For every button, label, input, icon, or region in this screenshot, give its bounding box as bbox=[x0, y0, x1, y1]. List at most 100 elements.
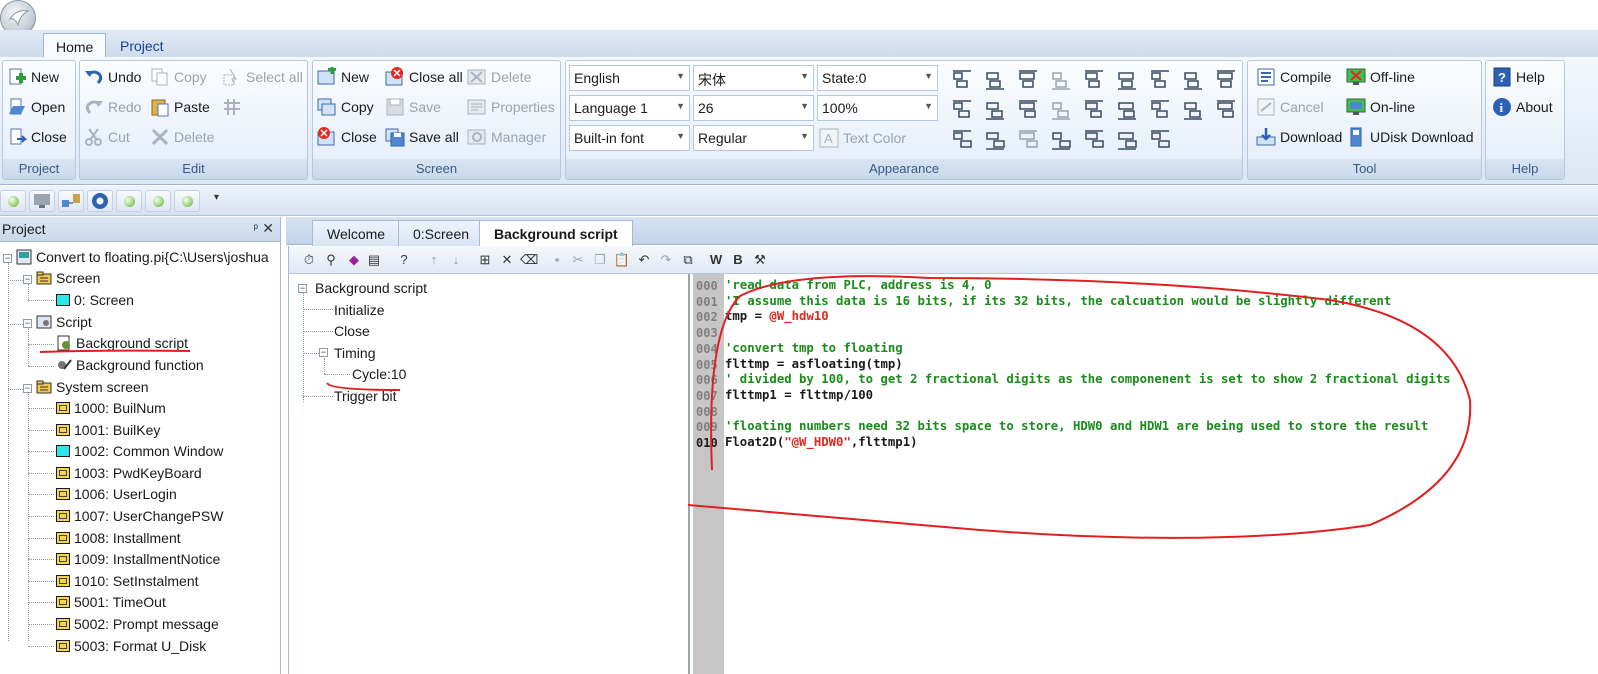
zoom-select[interactable]: 100% ▼ bbox=[817, 95, 938, 121]
close-icon[interactable]: ✕ bbox=[262, 220, 274, 237]
remove-icon[interactable]: ✕ bbox=[498, 251, 516, 269]
timer-icon[interactable]: ⏱ bbox=[300, 251, 318, 269]
paste-button[interactable]: Paste bbox=[150, 95, 210, 119]
align-tool-icon[interactable] bbox=[1083, 69, 1105, 91]
script-tree-initialize[interactable]: Initialize bbox=[334, 300, 385, 320]
stack-icon[interactable]: ⧉ bbox=[679, 251, 697, 269]
pin-icon[interactable]: ᵖ bbox=[253, 221, 258, 235]
save-icon[interactable]: ▪ bbox=[548, 251, 566, 269]
tree-collapse-icon[interactable]: − bbox=[23, 384, 32, 393]
tab-home[interactable]: Home bbox=[43, 33, 107, 59]
undo-icon[interactable]: ↶ bbox=[635, 251, 653, 269]
monitor-button[interactable] bbox=[29, 190, 55, 212]
word-button[interactable]: W bbox=[707, 251, 725, 269]
code-line[interactable]: tmp = @W_hdw10 bbox=[725, 309, 829, 323]
tree-system-item[interactable]: 5003: Format U_Disk bbox=[56, 636, 206, 656]
font-size-select[interactable]: 26 ▼ bbox=[693, 95, 814, 121]
code-editor[interactable]: 'read data from PLC, address is 4, 0 'I a… bbox=[724, 274, 1598, 674]
project-new-button[interactable]: New bbox=[7, 65, 59, 89]
language-select[interactable]: English ▼ bbox=[569, 65, 690, 91]
variable-icon[interactable]: ◆ bbox=[345, 251, 363, 269]
cut-icon[interactable]: ✂ bbox=[569, 251, 587, 269]
tab-background-script[interactable]: Background script bbox=[479, 220, 633, 246]
bit-button[interactable]: B bbox=[729, 251, 747, 269]
tree-system-item[interactable]: 1006: UserLogin bbox=[56, 484, 177, 504]
align-tool-icon[interactable] bbox=[1149, 129, 1171, 151]
tree-system-item[interactable]: 1003: PwdKeyBoard bbox=[56, 463, 202, 483]
properties-button[interactable]: Properties bbox=[467, 95, 555, 119]
screen-close-button[interactable]: Close bbox=[317, 125, 377, 149]
align-tool-icon[interactable] bbox=[984, 99, 1006, 121]
align-tool-icon[interactable] bbox=[1149, 69, 1171, 91]
language-index-select[interactable]: Language 1 ▼ bbox=[569, 95, 690, 121]
align-tool-icon[interactable] bbox=[1050, 129, 1072, 151]
script-tree-timing[interactable]: Timing bbox=[334, 343, 376, 363]
online-button[interactable]: On-line bbox=[1346, 95, 1415, 119]
align-tool-icon[interactable] bbox=[1017, 129, 1039, 151]
align-tool-icon[interactable] bbox=[1116, 99, 1138, 121]
align-tool-icon[interactable] bbox=[1149, 99, 1171, 121]
customize-toolbar-icon[interactable]: ▾ bbox=[214, 192, 219, 203]
code-line[interactable]: flttmp1 = flttmp/100 bbox=[725, 388, 873, 402]
code-line[interactable]: Float2D("@W_HDW0",flttmp1) bbox=[725, 435, 918, 449]
status-light-button-3[interactable] bbox=[145, 190, 171, 212]
align-tool-icon[interactable] bbox=[1116, 69, 1138, 91]
tree-system-item[interactable]: 5001: TimeOut bbox=[56, 592, 166, 612]
network-button[interactable] bbox=[58, 190, 84, 212]
tree-system-item[interactable]: 1001: BuilKey bbox=[56, 420, 160, 440]
status-light-button[interactable] bbox=[0, 190, 26, 212]
offline-button[interactable]: Off-line bbox=[1346, 65, 1415, 89]
copy-icon[interactable]: ❐ bbox=[591, 251, 609, 269]
tree-system-item[interactable]: 5002: Prompt message bbox=[56, 614, 219, 634]
tab-project[interactable]: Project bbox=[108, 33, 176, 59]
tree-collapse-icon[interactable]: − bbox=[23, 319, 32, 328]
tree-project-root[interactable]: Convert to floating.pi{C:\Users\joshua bbox=[16, 247, 269, 267]
script-tree-close[interactable]: Close bbox=[334, 321, 370, 341]
project-open-button[interactable]: Open bbox=[7, 95, 65, 119]
align-tool-icon[interactable] bbox=[1083, 99, 1105, 121]
align-tool-icon[interactable] bbox=[1050, 99, 1072, 121]
code-line[interactable]: 'convert tmp to floating bbox=[725, 341, 903, 355]
code-line[interactable]: 'floating numbers need 32 bits space to … bbox=[725, 419, 1428, 433]
eraser-icon[interactable]: ⌫ bbox=[520, 251, 538, 269]
tree-icon[interactable]: ⚲ bbox=[322, 251, 340, 269]
help-icon[interactable]: ? bbox=[395, 251, 413, 269]
status-light-button-2[interactable] bbox=[116, 190, 142, 212]
tree-screen-0[interactable]: 0: Screen bbox=[56, 290, 134, 310]
tree-system-item[interactable]: 1007: UserChangePSW bbox=[56, 506, 223, 526]
undo-button[interactable]: Undo bbox=[84, 65, 141, 89]
download-button[interactable]: Download bbox=[1256, 125, 1342, 149]
project-close-button[interactable]: Close bbox=[7, 125, 67, 149]
tree-collapse-icon[interactable]: − bbox=[319, 348, 328, 357]
tree-collapse-icon[interactable]: − bbox=[3, 254, 12, 263]
script-tree-root[interactable]: Background script bbox=[315, 278, 427, 298]
align-tool-icon[interactable] bbox=[1083, 129, 1105, 151]
align-tool-icon[interactable] bbox=[951, 69, 973, 91]
arrow-up-icon[interactable]: ↑ bbox=[425, 251, 443, 269]
state-select[interactable]: State:0 ▼ bbox=[817, 65, 938, 91]
settings-button[interactable] bbox=[87, 190, 113, 212]
screen-delete-button[interactable]: Delete bbox=[467, 65, 531, 89]
tree-system-item[interactable]: 1010: SetInstalment bbox=[56, 571, 199, 591]
code-line[interactable]: flttmp = asfloating(tmp) bbox=[725, 357, 903, 371]
edit-delete-button[interactable]: Delete bbox=[150, 125, 214, 149]
tree-collapse-icon[interactable]: − bbox=[23, 275, 32, 284]
tree-background-script[interactable]: Background script bbox=[56, 333, 188, 353]
tab-welcome[interactable]: Welcome bbox=[312, 220, 401, 246]
about-button[interactable]: i About bbox=[1492, 95, 1553, 119]
script-tree-cycle[interactable]: Cycle:10 bbox=[352, 364, 406, 384]
font-style-select[interactable]: Regular ▼ bbox=[693, 125, 814, 151]
cut-button[interactable]: Cut bbox=[84, 125, 130, 149]
align-tool-icon[interactable] bbox=[1017, 99, 1039, 121]
tree-system-item[interactable]: 1000: BuilNum bbox=[56, 398, 166, 418]
align-tool-icon[interactable] bbox=[1116, 129, 1138, 151]
tree-system-item[interactable]: 1002: Common Window bbox=[56, 441, 223, 461]
tree-system-screen-folder[interactable]: System screen bbox=[36, 377, 149, 397]
udisk-download-button[interactable]: UDisk Download bbox=[1346, 125, 1473, 149]
script-tree-trigger[interactable]: Trigger bit bbox=[334, 386, 397, 406]
paste-icon[interactable]: 📋 bbox=[613, 251, 631, 269]
tab-screen-0[interactable]: 0:Screen bbox=[398, 220, 485, 246]
tree-system-item[interactable]: 1009: InstallmentNotice bbox=[56, 549, 220, 569]
manager-button[interactable]: Manager bbox=[467, 125, 546, 149]
align-tool-icon[interactable] bbox=[1215, 69, 1237, 91]
